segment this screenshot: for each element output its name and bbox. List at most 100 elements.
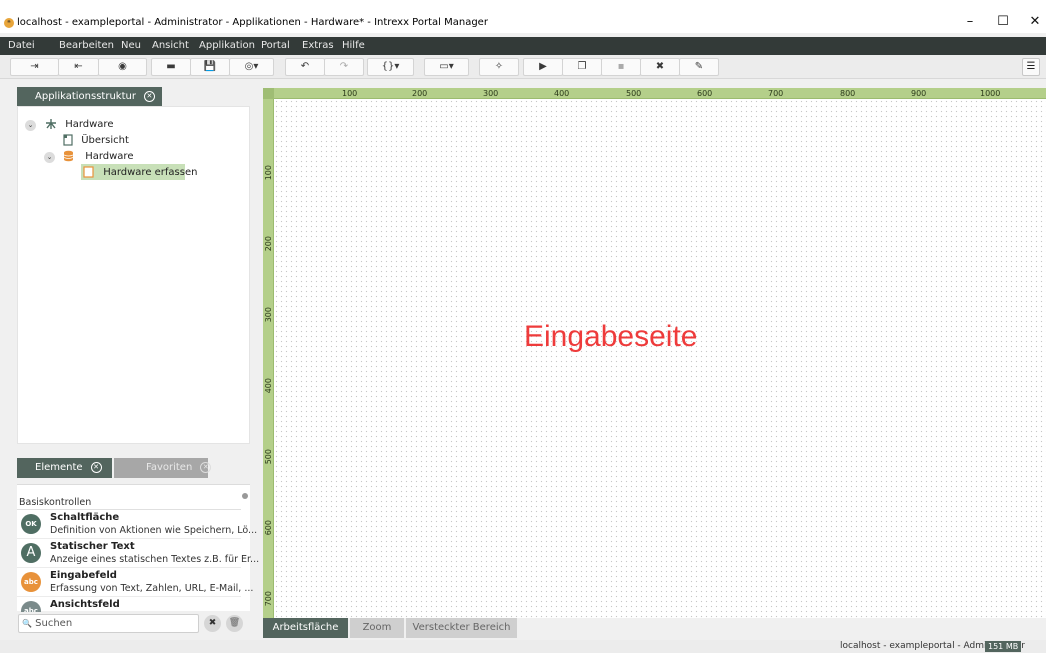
menu-ansicht[interactable]: Ansicht (152, 40, 189, 51)
toolbar: ⇥ ⇤ ◉ ▬ 💾 ◎▾ ↶ ↷ {}▾ ▭▾ ✧ ▶ ❐ ▪ ✖ ✎ ☰ (0, 55, 1046, 79)
tree-item-datagroup[interactable]: Hardware (63, 149, 133, 165)
memory-badge: 151 MB (985, 641, 1022, 652)
ruler-label: 1000 (980, 89, 1001, 98)
menu-hilfe[interactable]: Hilfe (342, 40, 365, 51)
search-input[interactable]: 🔍 Suchen (18, 614, 199, 633)
search-icon: 🔍 (22, 619, 32, 628)
minimize-button[interactable]: – (955, 12, 985, 32)
tree-item-application[interactable]: Hardware (44, 117, 113, 133)
tab-arbeitsflaeche[interactable]: Arbeitsfläche (263, 618, 348, 638)
menu-portal[interactable]: Portal (261, 40, 290, 51)
ok-button-icon: OK (21, 514, 41, 534)
menu-applikation[interactable]: Applikation (199, 40, 255, 51)
preview-icon[interactable]: ▭▾ (424, 58, 469, 76)
tab-versteckter-bereich[interactable]: Versteckter Bereich (406, 618, 517, 638)
element-title: Schaltfläche (50, 512, 120, 523)
input-page-icon (83, 166, 94, 178)
variables-icon[interactable]: {}▾ (367, 58, 414, 76)
folder-icon[interactable]: ▬ (151, 58, 191, 76)
ruler-label: 800 (840, 89, 856, 98)
close-tab-icon[interactable]: ✕ (90, 462, 102, 473)
canvas-tabs: Arbeitsfläche Zoom Versteckter Bereich (263, 618, 1046, 638)
window-title: localhost - exampleportal - Administrato… (17, 17, 488, 28)
close-tab-icon[interactable]: ✕ (143, 91, 155, 102)
redo-icon[interactable]: ↷ (324, 58, 364, 76)
input-field-icon: abc (21, 572, 41, 592)
tree-item-label: Hardware (85, 151, 134, 162)
tab-elemente[interactable]: Elemente ✕ (17, 458, 112, 478)
app-logo-icon: ⁿ (4, 18, 14, 28)
language-icon[interactable]: ◎▾ (229, 58, 274, 76)
static-text-icon: A (21, 543, 41, 563)
chevron-down-icon[interactable]: ⌄ (25, 120, 36, 131)
ruler-label: 100 (342, 89, 358, 98)
tree-item-label: Hardware (65, 119, 114, 130)
export-icon[interactable]: ⇤ (58, 58, 99, 76)
tree-item-label: Hardware erfassen (103, 167, 198, 178)
close-button[interactable]: ✕ (1020, 12, 1046, 32)
delete-icon[interactable]: ✖ (640, 58, 680, 76)
title-bar: ⁿ localhost - exampleportal - Administra… (0, 0, 1046, 33)
ruler-label: 200 (412, 89, 428, 98)
datagroup-icon (63, 150, 74, 162)
globe-icon[interactable]: ◉ (98, 58, 147, 76)
scrollbar-thumb[interactable] (242, 493, 248, 499)
ruler-label: 700 (768, 89, 784, 98)
tab-favoriten[interactable]: Favoriten ✕ (114, 458, 212, 478)
element-static-text[interactable]: A Statischer Text Anzeige eines statisch… (17, 540, 259, 568)
tab-applikationsstruktur[interactable]: Applikationsstruktur ✕ (17, 87, 162, 107)
ruler-label: 600 (264, 520, 273, 536)
tab-zoom[interactable]: Zoom (350, 618, 404, 638)
hamburger-menu-icon[interactable]: ☰ (1022, 58, 1040, 76)
menu-bar: Datei Bearbeiten Neu Ansicht Applikation… (0, 37, 1046, 55)
tab-label: Elemente (35, 462, 83, 473)
element-description: Erfassung von Text, Zahlen, URL, E-Mail,… (50, 583, 254, 594)
maximize-button[interactable]: ☐ (988, 12, 1018, 32)
element-description: Anzeige eines statischen Textes z.B. für… (50, 554, 260, 565)
run-icon[interactable]: ▶ (523, 58, 563, 76)
chevron-down-icon[interactable]: ⌄ (44, 152, 55, 163)
trash-icon[interactable]: 🗑 (226, 615, 243, 632)
element-search-row: 🔍 Suchen ✖ 🗑 (17, 612, 250, 636)
clear-search-icon[interactable]: ✖ (204, 615, 221, 632)
tab-label: Favoriten (146, 462, 193, 473)
element-title: Eingabefeld (50, 570, 117, 581)
copy-icon[interactable]: ❐ (562, 58, 602, 76)
ruler-label: 100 (264, 165, 273, 181)
ruler-label: 500 (626, 89, 642, 98)
status-bar: localhost - exampleportal - Administrato… (0, 640, 1046, 653)
ruler-label: 300 (264, 307, 273, 323)
application-icon (46, 119, 56, 129)
ruler-label: 300 (483, 89, 499, 98)
tab-label: Applikationsstruktur (35, 91, 136, 102)
element-title: Ansichtsfeld (50, 599, 120, 610)
element-view-field[interactable]: abc Ansichtsfeld (17, 598, 241, 612)
menu-neu[interactable]: Neu (121, 40, 141, 51)
element-button[interactable]: OK Schaltfläche Definition von Aktionen … (17, 511, 257, 539)
search-placeholder: Suchen (35, 618, 73, 629)
undo-icon[interactable]: ↶ (285, 58, 325, 76)
view-field-icon: abc (21, 601, 41, 612)
tree-item-overview[interactable]: Übersicht (63, 133, 129, 149)
menu-datei[interactable]: Datei (8, 40, 35, 51)
ruler-label: 700 (264, 591, 273, 607)
ruler-label: 900 (911, 89, 927, 98)
wand-icon[interactable]: ✧ (479, 58, 519, 76)
element-input-field[interactable]: abc Eingabefeld Erfassung von Text, Zahl… (17, 569, 253, 597)
ruler-label: 400 (264, 378, 273, 394)
elements-list: Basiskontrollen OK Schaltfläche Definiti… (17, 484, 259, 612)
import-icon[interactable]: ⇥ (10, 58, 59, 76)
ruler-label: 500 (264, 449, 273, 465)
canvas-page-label: Eingabeseite (524, 320, 698, 353)
menu-bearbeiten[interactable]: Bearbeiten (59, 40, 114, 51)
edit-icon[interactable]: ✎ (679, 58, 719, 76)
close-tab-icon[interactable]: ✕ (200, 462, 212, 473)
tree-item-input-page[interactable]: Hardware erfassen (83, 165, 197, 181)
design-canvas[interactable] (274, 99, 1046, 618)
section-header: Basiskontrollen (17, 496, 241, 510)
save-icon[interactable]: 💾 (190, 58, 230, 76)
menu-extras[interactable]: Extras (302, 40, 334, 51)
app-window: ⁿ localhost - exampleportal - Administra… (0, 0, 1046, 653)
paste-icon[interactable]: ▪ (601, 58, 641, 76)
element-description: Definition von Aktionen wie Speichern, L… (50, 525, 258, 536)
